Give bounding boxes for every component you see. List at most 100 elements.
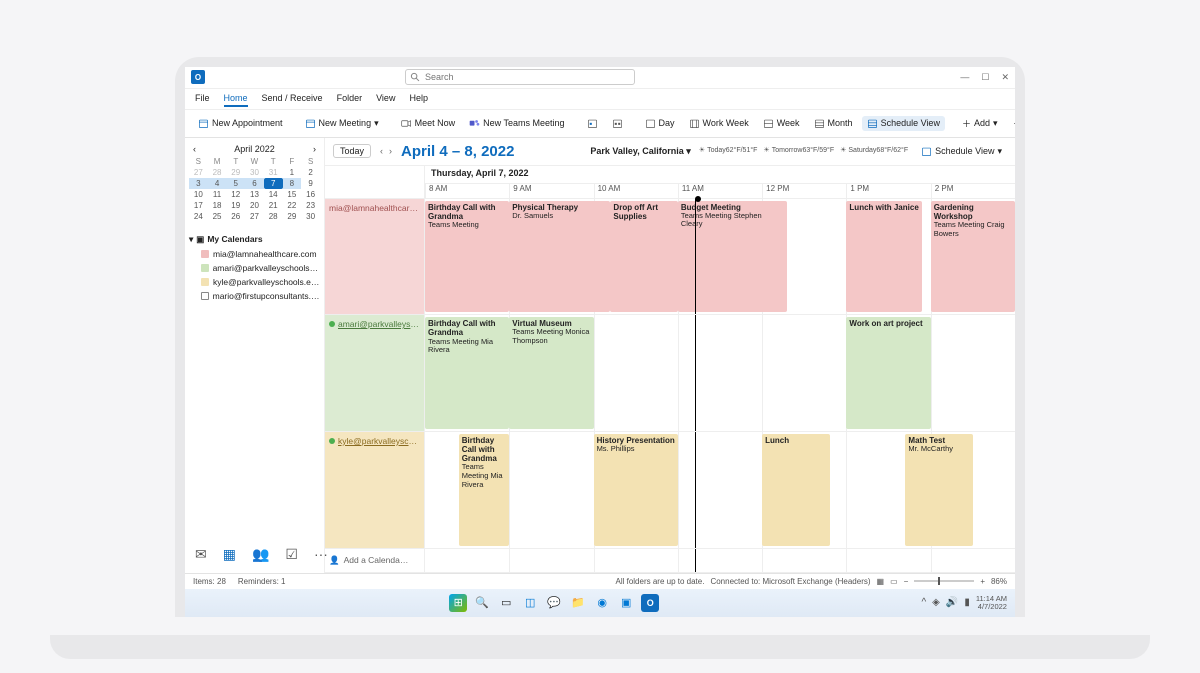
prev-button[interactable]: ‹ xyxy=(377,146,386,156)
calendar-event[interactable]: Birthday Call with GrandmaTeams Meeting xyxy=(425,201,509,313)
minical-day[interactable]: 3 xyxy=(189,178,208,189)
work-week-button[interactable]: Work Week xyxy=(684,116,754,131)
minical-day[interactable]: 6 xyxy=(245,178,264,189)
menu-view[interactable]: View xyxy=(376,91,395,107)
minimize-button[interactable]: — xyxy=(960,72,969,83)
mini-calendar[interactable]: SMTWTFS272829303112345678910111213141516… xyxy=(189,156,320,222)
minical-day[interactable]: 24 xyxy=(189,211,208,222)
new-appointment-button[interactable]: New Appointment xyxy=(193,116,288,131)
minical-day[interactable]: 9 xyxy=(301,178,320,189)
calendar-event[interactable]: Drop off Art Supplies xyxy=(610,201,677,313)
calendar-item[interactable]: mia@lamnahealthcare.com xyxy=(189,247,320,261)
explorer-icon[interactable]: 📁 xyxy=(569,594,587,612)
zoom-in-button[interactable]: + xyxy=(980,577,985,586)
schedule-lane[interactable]: Birthday Call with GrandmaTeams MeetingP… xyxy=(425,199,1015,315)
search-input[interactable]: Search xyxy=(405,69,635,85)
schedule-view-dropdown[interactable]: Schedule View ▾ xyxy=(916,144,1007,159)
prev-month-button[interactable]: ‹ xyxy=(193,144,196,154)
my-calendars-header[interactable]: ▾▣My Calendars xyxy=(189,232,320,247)
menu-send---receive[interactable]: Send / Receive xyxy=(262,91,323,107)
minical-day[interactable]: 14 xyxy=(264,189,283,200)
menu-file[interactable]: File xyxy=(195,91,210,107)
zoom-slider[interactable] xyxy=(914,580,974,582)
calendar-icon[interactable]: ▦ xyxy=(223,546,236,563)
minical-day[interactable]: 13 xyxy=(245,189,264,200)
add-button[interactable]: ＋Add▾ xyxy=(957,115,1003,132)
edge-icon[interactable]: ◉ xyxy=(593,594,611,612)
add-calendar-button[interactable]: 👤Add a Calenda… xyxy=(325,549,425,572)
reading-pane-icon[interactable]: ▭ xyxy=(890,577,898,586)
calendar-item[interactable]: amari@parkvalleyschools.edu xyxy=(189,261,320,275)
calendar-event[interactable]: Birthday Call with GrandmaTeams Meeting … xyxy=(459,434,510,546)
menu-folder[interactable]: Folder xyxy=(337,91,363,107)
week-button[interactable]: Week xyxy=(758,116,805,131)
minical-day[interactable]: 28 xyxy=(264,211,283,222)
calendar-event[interactable]: Virtual MuseumTeams Meeting Monica Thomp… xyxy=(509,317,593,429)
minical-day[interactable]: 22 xyxy=(283,200,302,211)
location-dropdown[interactable]: Park Valley, California ▾ xyxy=(590,146,690,157)
meet-now-button[interactable]: Meet Now xyxy=(396,116,461,131)
battery-icon[interactable]: ▮ xyxy=(964,597,970,608)
maximize-button[interactable]: ☐ xyxy=(981,72,989,83)
close-button[interactable]: ✕ xyxy=(1001,72,1009,83)
calendar-event[interactable]: Work on art project xyxy=(846,317,930,429)
display-settings-icon[interactable]: ▦ xyxy=(877,577,885,586)
menu-home[interactable]: Home xyxy=(224,91,248,107)
calendar-item[interactable]: kyle@parkvalleyschools.edu xyxy=(189,275,320,289)
minical-day[interactable]: 29 xyxy=(226,167,245,178)
outlook-taskbar-icon[interactable]: O xyxy=(641,594,659,612)
month-button[interactable]: Month xyxy=(809,116,858,131)
new-teams-meeting-button[interactable]: New Teams Meeting xyxy=(464,116,569,131)
new-meeting-button[interactable]: New Meeting▾ xyxy=(300,116,384,131)
minical-day[interactable]: 27 xyxy=(245,211,264,222)
minical-day[interactable]: 27 xyxy=(189,167,208,178)
minical-day[interactable]: 25 xyxy=(208,211,227,222)
minical-day[interactable]: 19 xyxy=(226,200,245,211)
next-days-button[interactable] xyxy=(607,116,628,131)
minical-day[interactable]: 21 xyxy=(264,200,283,211)
calendar-event[interactable]: History PresentationMs. Phillips xyxy=(594,434,678,546)
tasks-icon[interactable]: ☑ xyxy=(285,546,298,563)
minical-day[interactable]: 28 xyxy=(208,167,227,178)
today-view-button[interactable] xyxy=(582,116,603,131)
minical-day[interactable]: 10 xyxy=(189,189,208,200)
widgets-icon[interactable]: ◫ xyxy=(521,594,539,612)
minical-day[interactable]: 16 xyxy=(301,189,320,200)
minical-day[interactable]: 5 xyxy=(226,178,245,189)
taskbar-clock[interactable]: 11:14 AM 4/7/2022 xyxy=(976,595,1007,610)
minical-day[interactable]: 2 xyxy=(301,167,320,178)
wifi-icon[interactable]: ◈ xyxy=(932,597,940,608)
start-button[interactable]: ⊞ xyxy=(449,594,467,612)
minical-day[interactable]: 4 xyxy=(208,178,227,189)
row-owner[interactable]: amari@parkvalleyschools.edu xyxy=(325,315,425,431)
minical-day[interactable]: 11 xyxy=(208,189,227,200)
calendar-event[interactable]: Lunch with Janice xyxy=(846,201,922,313)
minical-day[interactable]: 30 xyxy=(245,167,264,178)
task-view-icon[interactable]: ▭ xyxy=(497,594,515,612)
minical-day[interactable]: 30 xyxy=(301,211,320,222)
next-button[interactable]: › xyxy=(386,146,395,156)
row-owner[interactable]: mia@lamnahealthcare.com xyxy=(325,199,425,315)
menu-help[interactable]: Help xyxy=(409,91,428,107)
minical-day[interactable]: 31 xyxy=(264,167,283,178)
volume-icon[interactable]: 🔊 xyxy=(946,597,958,608)
row-owner[interactable]: kyle@parkvalleyschools.edu xyxy=(325,432,425,548)
tray-chevron-icon[interactable]: ^ xyxy=(921,597,926,608)
calendar-item[interactable]: mario@firstupconsultants.com xyxy=(189,289,320,303)
minical-day[interactable]: 12 xyxy=(226,189,245,200)
people-icon[interactable]: 👥 xyxy=(252,546,269,563)
next-month-button[interactable]: › xyxy=(313,144,316,154)
minical-day[interactable]: 29 xyxy=(283,211,302,222)
schedule-lane[interactable]: Birthday Call with GrandmaTeams Meeting … xyxy=(425,315,1015,431)
calendar-event[interactable]: Birthday Call with GrandmaTeams Meeting … xyxy=(425,317,509,429)
minical-day[interactable]: 8 xyxy=(283,178,302,189)
day-view-button[interactable]: Day xyxy=(640,116,680,131)
minical-day[interactable]: 20 xyxy=(245,200,264,211)
schedule-lane[interactable]: Birthday Call with GrandmaTeams Meeting … xyxy=(425,432,1015,548)
minical-day[interactable]: 17 xyxy=(189,200,208,211)
minical-day[interactable]: 15 xyxy=(283,189,302,200)
calendar-event[interactable]: Physical TherapyDr. Samuels xyxy=(509,201,610,313)
minical-day[interactable]: 7 xyxy=(264,178,283,189)
share-button[interactable]: Share▾ xyxy=(1007,116,1016,131)
schedule-view-button[interactable]: Schedule View xyxy=(862,116,945,131)
